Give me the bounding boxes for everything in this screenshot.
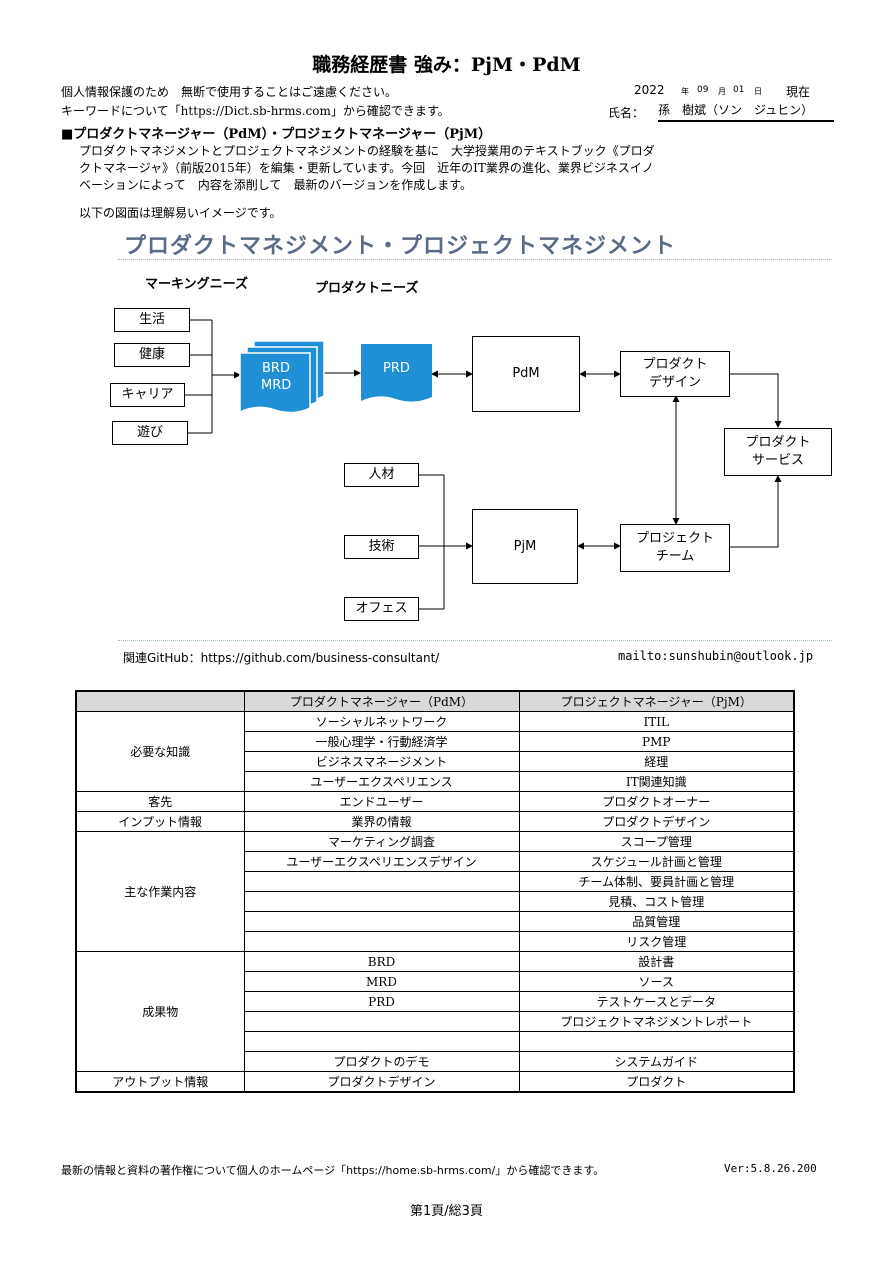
project-team-line-2: チーム xyxy=(655,549,695,564)
table-cell: プロダクト xyxy=(518,1071,795,1093)
mail-link[interactable]: mailto:sunshubin@outlook.jp xyxy=(618,649,813,663)
table-cell xyxy=(243,871,520,892)
table-cell xyxy=(243,931,520,952)
table-cell: 業界の情報 xyxy=(243,811,520,832)
table-cell xyxy=(243,1031,520,1052)
need-box-life: 生活 xyxy=(114,308,190,332)
project-team-box: プロジェクト チーム xyxy=(620,524,730,572)
label-marketing-needs: マーキングニーズ xyxy=(145,277,248,292)
product-service-line-2: サービス xyxy=(751,453,804,468)
table-cell: ソース xyxy=(518,971,795,992)
resource-box-office: オフェス xyxy=(344,597,419,621)
category-customer: 客先 xyxy=(75,791,245,812)
table-row: 主な作業内容 マーケティング調査 スコープ管理 xyxy=(75,831,795,952)
table-cell: システムガイド xyxy=(518,1051,795,1072)
pdm-box: PdM xyxy=(472,336,580,412)
product-design-line-1: プロダクト xyxy=(642,357,708,372)
table-cell: ユーザーエクスペリエンス xyxy=(243,771,520,792)
table-cell: ITIL xyxy=(518,711,795,732)
diagram-bottom-rule xyxy=(118,640,832,641)
table-cell: プロダクトデザイン xyxy=(518,811,795,832)
table-cell: プロダクトオーナー xyxy=(518,791,795,812)
table-cell: プロジェクトマネジメントレポート xyxy=(518,1011,795,1032)
table-cell: 一般心理学・行動経済学 xyxy=(243,731,520,752)
table-row: アウトプット情報 プロダクトデザイン プロダクト xyxy=(75,1071,795,1093)
need-box-career: キャリア xyxy=(110,383,185,407)
need-box-play: 遊び xyxy=(112,421,188,445)
comparison-table: プロダクトマネージャー（PdM） プロジェクトマネージャー（PjM） 必要な知識… xyxy=(75,690,795,1093)
table-cell: BRD xyxy=(243,951,520,972)
category-input: インプット情報 xyxy=(75,811,245,832)
category-knowledge: 必要な知識 xyxy=(75,711,245,792)
need-box-health: 健康 xyxy=(114,343,190,367)
category-work: 主な作業内容 xyxy=(75,831,245,952)
table-cell xyxy=(518,1031,795,1052)
table-header-cell: プロジェクトマネージャー（PjM） xyxy=(518,690,795,712)
resource-box-tech: 技術 xyxy=(344,535,419,559)
table-cell: ソーシャルネットワーク xyxy=(243,711,520,732)
product-service-box: プロダクト サービス xyxy=(724,428,832,476)
table-cell: チーム体制、要員計画と管理 xyxy=(518,871,795,892)
table-cell: ユーザーエクスペリエンスデザイン xyxy=(243,851,520,872)
table-cell: マーケティング調査 xyxy=(243,831,520,852)
table-row: 成果物 BRD 設計書 xyxy=(75,951,795,1072)
table-cell: プロダクトデザイン xyxy=(243,1071,520,1093)
prd-label: PRD xyxy=(383,361,410,376)
footer-version: Ver:5.8.26.200 xyxy=(724,1162,817,1175)
table-cell: エンドユーザー xyxy=(243,791,520,812)
product-design-line-2: デザイン xyxy=(648,375,701,390)
resource-box-people: 人材 xyxy=(344,463,419,487)
table-row: インプット情報 業界の情報 プロダクトデザイン xyxy=(75,811,795,832)
page-number: 第1頁/総3頁 xyxy=(410,1204,483,1219)
table-cell: プロダクトのデモ xyxy=(243,1051,520,1072)
table-cell: MRD xyxy=(243,971,520,992)
table-header-cell xyxy=(75,690,245,712)
pjm-box: PjM xyxy=(472,509,578,584)
table-cell xyxy=(243,1011,520,1032)
table-cell: 品質管理 xyxy=(518,911,795,932)
table-row: 客先 エンドユーザー プロダクトオーナー xyxy=(75,791,795,812)
table-cell: IT関連知識 xyxy=(518,771,795,792)
table-cell: テストケースとデータ xyxy=(518,991,795,1012)
table-cell xyxy=(243,891,520,912)
table-header-row: プロダクトマネージャー（PdM） プロジェクトマネージャー（PjM） xyxy=(75,690,795,712)
table-cell: スコープ管理 xyxy=(518,831,795,852)
brd-label: BRD xyxy=(262,361,290,376)
category-output: アウトプット情報 xyxy=(75,1071,245,1093)
product-design-box: プロダクト デザイン xyxy=(620,351,730,397)
footer-note: 最新の情報と資料の著作権について個人のホームページ「https://home.s… xyxy=(61,1164,605,1177)
table-cell: 設計書 xyxy=(518,951,795,972)
table-header-cell: プロダクトマネージャー（PdM） xyxy=(243,690,520,712)
label-product-needs: プロダクトニーズ xyxy=(315,281,419,296)
table-cell: リスク管理 xyxy=(518,931,795,952)
table-cell: 見積、コスト管理 xyxy=(518,891,795,912)
product-service-line-1: プロダクト xyxy=(745,435,811,450)
table-cell: PRD xyxy=(243,991,520,1012)
table-cell: 経理 xyxy=(518,751,795,772)
table-cell: PMP xyxy=(518,731,795,752)
project-team-line-1: プロジェクト xyxy=(635,531,714,546)
table-cell xyxy=(243,911,520,932)
table-cell: スケジュール計画と管理 xyxy=(518,851,795,872)
github-link[interactable]: 関連GitHub：https://github.com/business-con… xyxy=(123,649,439,666)
table-cell: ビジネスマネージメント xyxy=(243,751,520,772)
category-deliverable: 成果物 xyxy=(75,951,245,1072)
table-row: 必要な知識 ソーシャルネットワーク ITIL xyxy=(75,711,795,792)
mrd-label: MRD xyxy=(261,378,292,393)
